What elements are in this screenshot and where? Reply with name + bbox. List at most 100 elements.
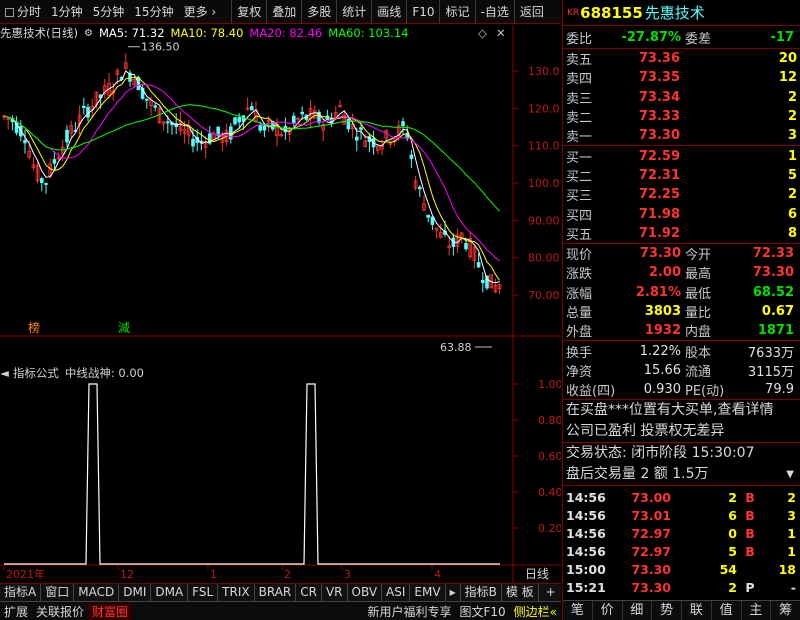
tab-indicator-a[interactable]: 指标A <box>0 584 42 601</box>
chart-area[interactable]: 先惠技术(日线) ⚙ MA5: 71.32 MA10: 78.40 MA20: … <box>0 25 561 583</box>
chart-toolbar: 分时 1分钟 5分钟 15分钟 更多 › 复权 叠加 多股 统计 画线 F10 … <box>0 0 561 24</box>
toolbar-restore[interactable]: 复权 <box>232 0 266 23</box>
tab-macd[interactable]: MACD <box>74 584 120 601</box>
footer-wealth-circle[interactable]: 财富圈 <box>88 602 133 620</box>
tab-linked[interactable]: 联 <box>682 601 712 620</box>
buy-volume: 5 <box>787 167 797 183</box>
stats-label: PE(动) <box>685 384 725 400</box>
tick-time: 14:56 <box>566 543 606 559</box>
toolbar-overlay[interactable]: 叠加 <box>267 0 301 23</box>
tick-row: 14:56 72.97 5 B 1 <box>563 542 800 560</box>
quote-row: 涨幅 2.81% 最低 68.52 <box>563 283 800 302</box>
footer-sidebar[interactable]: 侧边栏« <box>510 603 561 620</box>
tab-trend[interactable]: 势 <box>652 601 682 620</box>
tab-template[interactable]: 模 板 <box>502 584 539 601</box>
tab-dma[interactable]: DMA <box>151 584 189 601</box>
sell-level-label: 卖四 <box>566 72 593 88</box>
big-order-message[interactable]: 在买盘***位置有大买单,查看详情 <box>563 400 800 421</box>
tab-detail[interactable]: 细 <box>623 601 653 620</box>
footer-related-quote[interactable]: 关联报价 <box>32 603 88 620</box>
candle-body <box>291 115 296 124</box>
tick-price: 73.30 <box>631 579 671 595</box>
toolbar-intraday[interactable]: 分时 <box>0 0 46 23</box>
tab-dmi[interactable]: DMI <box>119 584 152 601</box>
sell-row[interactable]: 卖三 73.34 2 <box>563 88 800 107</box>
buy-volume: 1 <box>787 148 797 164</box>
quote-value: 2.00 <box>648 265 681 281</box>
candle-body <box>346 118 351 130</box>
buy-price: 71.92 <box>638 225 680 241</box>
tab-trades[interactable]: 笔 <box>563 601 593 620</box>
low-price-label: 63.88 <box>440 341 472 354</box>
checkbox-icon <box>5 7 14 17</box>
stats-value: 0.930 <box>643 382 681 398</box>
tab-main[interactable]: 主 <box>742 601 772 620</box>
quote-label: 最高 <box>685 267 712 283</box>
sell-row[interactable]: 卖五 73.36 20 <box>563 49 800 68</box>
toolbar-multi[interactable]: 多股 <box>302 0 336 23</box>
x-axis-label: 4 <box>434 568 441 581</box>
buy-row[interactable]: 买一 72.59 1 <box>563 146 800 166</box>
tab-window[interactable]: 窗口 <box>41 584 75 601</box>
toolbar-5min[interactable]: 5分钟 <box>88 0 130 23</box>
buy-row[interactable]: 买二 72.31 5 <box>563 166 800 185</box>
candle-body <box>191 138 195 147</box>
toolbar-draw[interactable]: 画线 <box>372 0 406 23</box>
y-axis-label: 120.0 <box>528 102 560 115</box>
toolbar-watchlist-remove[interactable]: -自选 <box>476 0 514 23</box>
toolbar-more[interactable]: 更多 › <box>179 0 222 23</box>
trade-status: 交易状态: 闭市阶段 15:30:07 <box>566 445 755 462</box>
toolbar-15min[interactable]: 15分钟 <box>129 0 178 23</box>
tab-emv[interactable]: EMV <box>410 584 446 601</box>
sell-row[interactable]: 卖四 73.35 12 <box>563 68 800 87</box>
tab-indicator-b[interactable]: 指标B <box>461 584 502 601</box>
tab-price[interactable]: 价 <box>593 601 623 620</box>
tab-more-icon[interactable]: ▸ <box>446 584 461 601</box>
sell-volume: 3 <box>787 128 797 144</box>
quote-label: 现价 <box>566 248 593 264</box>
footer-expand[interactable]: 扩展 <box>0 603 32 620</box>
footer-new-user-benefit[interactable]: 新用户福利专享 <box>363 603 455 620</box>
tab-asi[interactable]: ASI <box>382 584 411 601</box>
sell-row[interactable]: 卖二 73.33 2 <box>563 107 800 126</box>
buy-row[interactable]: 买四 71.98 6 <box>563 204 800 224</box>
tab-fsl[interactable]: FSL <box>188 584 219 601</box>
toolbar-back[interactable]: 返回 <box>515 0 549 23</box>
quote-label: 涨跌 <box>566 267 593 283</box>
footer-f10-graphic[interactable]: 图文F10 <box>455 603 509 620</box>
tab-vr[interactable]: VR <box>322 584 348 601</box>
toolbar-stats[interactable]: 统计 <box>337 0 371 23</box>
candle-body <box>44 183 48 185</box>
candle-body <box>82 105 86 108</box>
toolbar-f10[interactable]: F10 <box>407 0 439 23</box>
buy-level-label: 买四 <box>566 208 593 224</box>
tab-brar[interactable]: BRAR <box>255 584 297 601</box>
buy-row[interactable]: 买三 72.25 2 <box>563 185 800 204</box>
tick-count: 1 <box>787 543 796 559</box>
tab-value[interactable]: 值 <box>712 601 742 620</box>
indicator-name[interactable]: 指标公式 <box>13 365 59 381</box>
quote-value: 1932 <box>644 323 681 339</box>
buy-row[interactable]: 买五 71.92 8 <box>563 224 800 243</box>
buy-price: 72.25 <box>638 187 680 203</box>
tab-obv[interactable]: OBV <box>348 584 383 601</box>
tab-trix[interactable]: TRIX <box>218 584 255 601</box>
quote-label: 今开 <box>685 248 712 264</box>
indicator-expand-icon[interactable]: ◄ <box>0 366 9 380</box>
buy-level-label: 买二 <box>566 169 593 185</box>
buy-price: 72.59 <box>638 148 680 164</box>
candle-body <box>476 262 481 268</box>
quote-panel-tabs: 笔 价 细 势 联 值 主 筹 <box>563 600 800 620</box>
ma20-line <box>3 83 500 262</box>
zoom-in-button[interactable]: + <box>539 584 561 601</box>
tick-row: 14:56 73.00 2 B 2 <box>563 488 800 506</box>
tab-cr[interactable]: CR <box>296 584 322 601</box>
sell-row[interactable]: 卖一 73.30 3 <box>563 126 800 145</box>
stats-label: 净资 <box>566 364 593 380</box>
dropdown-icon[interactable]: ▼ <box>786 464 794 485</box>
toolbar-mark[interactable]: 标记 <box>440 0 474 23</box>
x-axis-label: 12 <box>120 568 134 581</box>
tab-chips[interactable]: 筹 <box>771 601 800 620</box>
x-axis-label: 1 <box>210 568 217 581</box>
toolbar-1min[interactable]: 1分钟 <box>46 0 88 23</box>
